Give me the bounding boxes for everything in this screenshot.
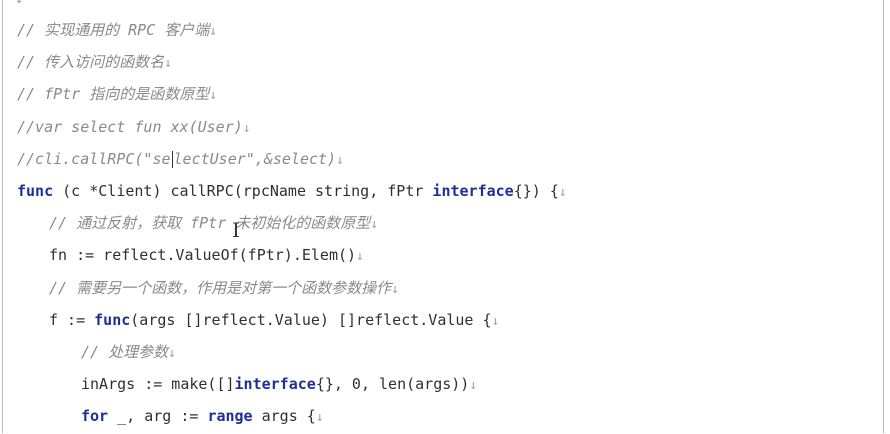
code-line[interactable]: func (c *Client) callRPC(rpcName string,…: [17, 175, 879, 207]
code-keyword: interface: [432, 181, 514, 200]
code-keyword: interface: [234, 375, 316, 394]
line-break-mark: ↓: [315, 410, 324, 426]
code-comment: // 传入访问的函数名: [17, 53, 165, 72]
line-break-mark: ↓: [370, 217, 379, 233]
code-text: (c *Client) callRPC(rpcName string, fPtr: [53, 181, 433, 200]
code-text: inArgs := make([]: [81, 375, 235, 394]
code-line[interactable]: f := func(args []reflect.Value) []reflec…: [17, 304, 879, 336]
code-line[interactable]: //cli.callRPC("se lectUser",&select)↓: [17, 143, 879, 175]
code-comment: // fPtr 指向的是函数原型: [17, 85, 210, 104]
code-line[interactable]: for _, arg := range args {↓: [17, 400, 879, 432]
code-line[interactable]: fn := reflect.ValueOf(fPtr).Elem()↓: [17, 239, 879, 271]
code-comment: lectUser",&select): [173, 149, 337, 168]
code-line[interactable]: // 通过反射，获取 fPtr 未初始化的函数原型↓: [17, 207, 879, 239]
line-break-mark: ↓: [15, 0, 23, 7]
line-break-mark: ↓: [391, 281, 399, 297]
code-text: {}) {: [513, 181, 559, 200]
code-text: _, arg :=: [108, 407, 208, 426]
code-line[interactable]: //var select fun xx(User)↓: [17, 111, 879, 143]
code-keyword: for: [81, 407, 109, 426]
line-break-mark: ↓: [558, 184, 567, 200]
code-keyword: func: [94, 310, 131, 329]
line-break-mark: ↓: [242, 120, 251, 136]
line-break-mark: ↓: [336, 152, 344, 168]
code-block[interactable]: // 实现通用的 RPC 客户端↓// 传入访问的函数名↓// fPtr 指向的…: [17, 14, 879, 432]
code-comment: // 处理参数: [81, 342, 169, 361]
code-comment: // 实现通用的 RPC 客户端: [17, 21, 210, 39]
code-line[interactable]: // 需要另一个函数，作用是对第一个函数参数操作↓: [17, 272, 879, 304]
line-break-mark: ↓: [469, 378, 478, 394]
code-text: args {: [252, 407, 316, 426]
code-text: {}, 0, len(args)): [315, 375, 470, 394]
code-line[interactable]: // fPtr 指向的是函数原型↓: [17, 78, 879, 110]
line-break-mark: ↓: [168, 345, 176, 361]
code-text: (args []reflect.Value) []reflect.Value {: [130, 310, 492, 329]
text-caret: [171, 150, 173, 168]
code-keyword: range: [207, 407, 253, 426]
code-line[interactable]: inArgs := make([]interface{}, 0, len(arg…: [17, 368, 879, 400]
code-comment: //var select fun xx(User): [17, 117, 243, 136]
line-break-mark: ↓: [164, 56, 172, 72]
line-break-mark: ↓: [491, 313, 500, 329]
code-text: fn := reflect.ValueOf(fPtr).Elem(): [49, 246, 357, 265]
code-line[interactable]: // 实现通用的 RPC 客户端↓: [17, 14, 879, 46]
code-line[interactable]: // 传入访问的函数名↓: [17, 46, 879, 78]
code-comment: //cli.callRPC("se: [17, 149, 171, 168]
line-break-mark: ↓: [356, 249, 364, 265]
code-comment: // 需要另一个函数，作用是对第一个函数参数操作: [49, 278, 392, 297]
document-page: ↓ // 实现通用的 RPC 客户端↓// 传入访问的函数名↓// fPtr 指…: [2, 0, 884, 433]
code-text: f :=: [49, 310, 95, 329]
line-break-mark: ↓: [209, 88, 218, 104]
code-comment: // 通过反射，获取 fPtr 未初始化的函数原型: [49, 214, 371, 233]
code-line[interactable]: // 处理参数↓: [17, 336, 879, 368]
line-break-mark: ↓: [209, 24, 218, 39]
text-cursor-icon: I: [232, 218, 240, 242]
code-keyword: func: [17, 181, 54, 200]
